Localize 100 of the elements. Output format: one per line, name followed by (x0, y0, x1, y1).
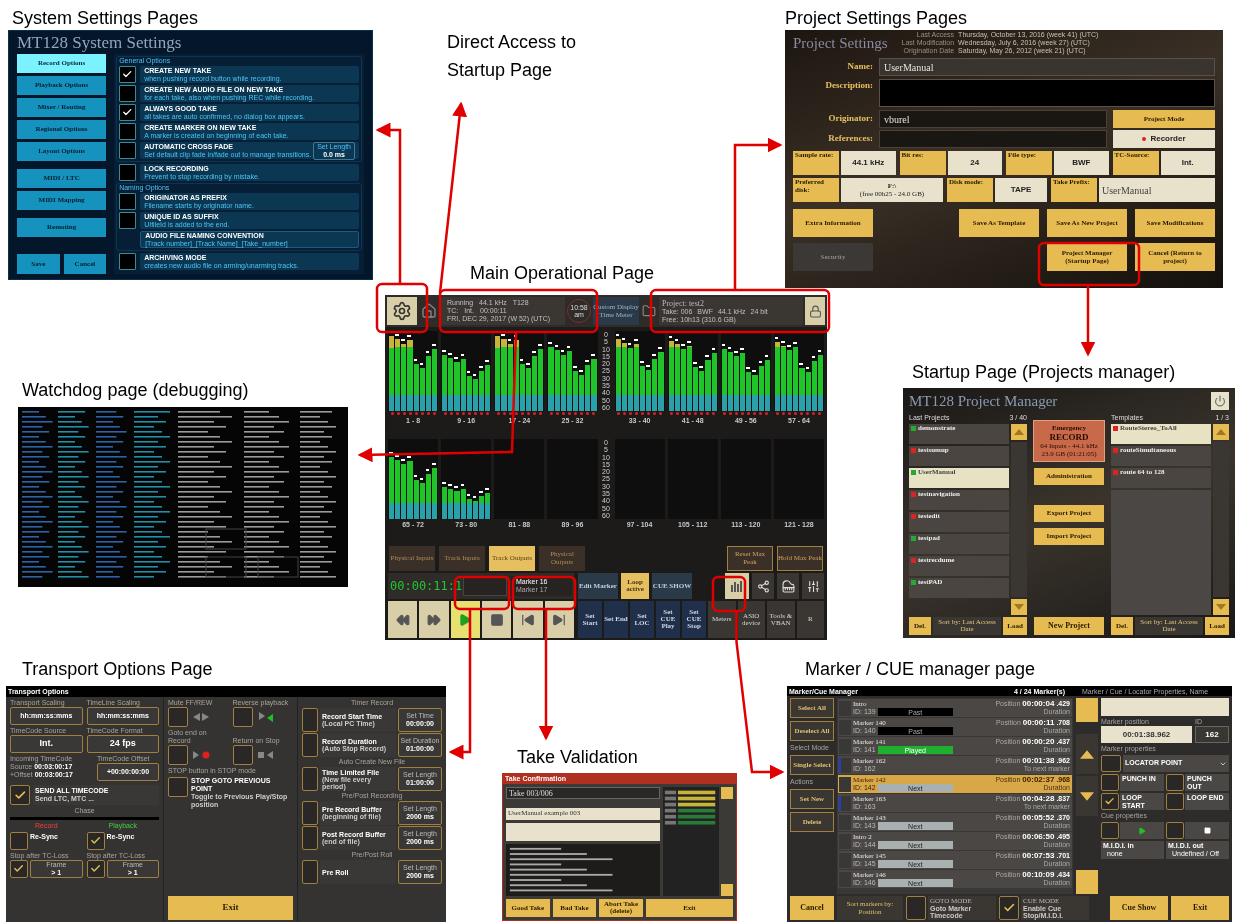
marker-position: 00:06:50 (1022, 833, 1055, 841)
transport-button[interactable] (388, 601, 418, 638)
settings-button[interactable] (387, 297, 417, 325)
value-field[interactable]: Int. (10, 735, 83, 753)
checkbox[interactable] (10, 860, 28, 878)
id-field[interactable]: 162 (1195, 726, 1229, 743)
param-value[interactable]: TAPE (995, 178, 1047, 202)
clip-indicator-row (549, 412, 595, 415)
down-triangle-icon (1216, 604, 1226, 610)
checkbox[interactable] (302, 860, 318, 884)
comment-field[interactable] (506, 823, 660, 841)
diagram-caption: Marker / CUE manager page (805, 658, 1036, 681)
clip-indicator-row (390, 412, 436, 415)
checkbox[interactable] (119, 85, 137, 102)
checkbox[interactable] (1101, 822, 1119, 839)
stop-icon (1203, 827, 1211, 834)
scroll-up-button[interactable] (1076, 734, 1098, 774)
value-field[interactable]: 24 fps (86, 735, 159, 753)
diagram-caption: Transport Options Page (22, 658, 213, 681)
marker-name-field[interactable] (1101, 698, 1229, 716)
checkbox[interactable] (10, 785, 30, 805)
clip-indicator-row (617, 412, 663, 415)
check-icon (1104, 796, 1116, 807)
checkbox[interactable] (86, 860, 105, 878)
checkbox[interactable] (232, 745, 253, 765)
checkbox[interactable] (302, 708, 318, 732)
bottom-button[interactable]: Cue Show (1110, 896, 1168, 920)
checkbox[interactable] (86, 832, 105, 850)
checkbox[interactable] (119, 123, 137, 140)
checkbox[interactable] (119, 142, 137, 159)
exit-button[interactable]: Exit (168, 896, 293, 920)
checkbox[interactable] (1101, 793, 1119, 810)
down-triangle-icon (1080, 791, 1094, 801)
checkbox[interactable] (119, 253, 137, 270)
lock-icon (808, 304, 822, 318)
checkbox[interactable] (1101, 755, 1121, 772)
tool-icon-button[interactable] (802, 573, 824, 599)
cancel-button[interactable]: Cancel (790, 896, 834, 920)
home-icon (421, 303, 437, 319)
check-icon (89, 863, 102, 875)
take-prefix-field[interactable]: UserManual (1099, 178, 1215, 202)
checkbox[interactable] (1166, 822, 1184, 839)
checkbox[interactable] (232, 707, 253, 727)
callout-arrow (1080, 285, 1096, 357)
marker-position: 00:01:38 (1022, 757, 1055, 765)
checkbox[interactable] (119, 164, 137, 181)
param-value[interactable]: BWF (1054, 151, 1109, 175)
checkbox[interactable] (119, 66, 137, 83)
checkbox[interactable] (302, 733, 318, 757)
rewind-icon (395, 612, 410, 627)
checkbox[interactable] (1101, 774, 1119, 791)
checkbox[interactable] (906, 896, 926, 920)
marker-position: 00:00:04 (1022, 700, 1055, 708)
checkbox[interactable] (302, 801, 318, 825)
marker-position: 00:02:37 (1022, 776, 1055, 784)
info-panel (463, 576, 507, 596)
marker-position: 00:10:09 (1022, 871, 1055, 879)
bottom-button[interactable]: Exit (1171, 896, 1229, 920)
window-title: Project Settings (793, 34, 888, 52)
name-field[interactable]: UserManual (879, 58, 1215, 76)
lock-button[interactable] (805, 297, 825, 325)
checkbox[interactable] (302, 826, 318, 850)
checkbox[interactable] (168, 707, 188, 727)
checkbox[interactable] (168, 777, 188, 797)
scroll-down-button[interactable] (1076, 776, 1098, 816)
checkbox[interactable] (1166, 774, 1184, 791)
marker-position: 00:05:52 (1022, 814, 1055, 822)
record-icon (191, 750, 211, 760)
checkbox[interactable] (119, 104, 137, 121)
clip-indicator-row (496, 412, 542, 415)
checkbox[interactable] (10, 832, 28, 850)
bar-chart-icon (730, 579, 744, 593)
check-icon (13, 788, 27, 802)
up-triangle-icon (1014, 429, 1024, 435)
references-field[interactable] (879, 130, 1107, 148)
marker-position: 00:04:28 (1022, 795, 1055, 803)
marker-position-field[interactable]: 00:01:38.962 (1101, 726, 1192, 743)
checkbox[interactable] (119, 212, 137, 229)
checkbox[interactable] (119, 193, 137, 210)
originator-field[interactable]: vburel (879, 110, 1107, 128)
param-value[interactable]: 24 (947, 151, 1002, 175)
marker-position: 00:00:11 (1022, 719, 1055, 727)
new-project-button[interactable]: New Project (1034, 617, 1104, 635)
checkbox[interactable] (302, 767, 318, 791)
diagram-caption: System Settings Pages (12, 7, 199, 30)
clip-indicator-row (776, 412, 822, 415)
transport-button[interactable] (482, 601, 512, 638)
param-value[interactable]: Int. (1160, 151, 1215, 175)
tool-icon-button[interactable] (752, 573, 774, 599)
marker-position: 00:00:20 (1022, 738, 1055, 746)
checkbox[interactable] (999, 896, 1019, 920)
clip-indicator-row (670, 412, 716, 415)
checkbox[interactable] (168, 745, 188, 765)
window-title: MT128 System Settings (17, 32, 183, 54)
power-button[interactable] (1211, 392, 1229, 410)
tool-icon-button[interactable] (777, 573, 799, 599)
description-field[interactable] (879, 79, 1215, 107)
project-mode-button[interactable]: Recorder (1113, 130, 1215, 148)
param-value[interactable]: 44.1 kHz (841, 151, 896, 175)
checkbox[interactable] (1166, 793, 1184, 810)
